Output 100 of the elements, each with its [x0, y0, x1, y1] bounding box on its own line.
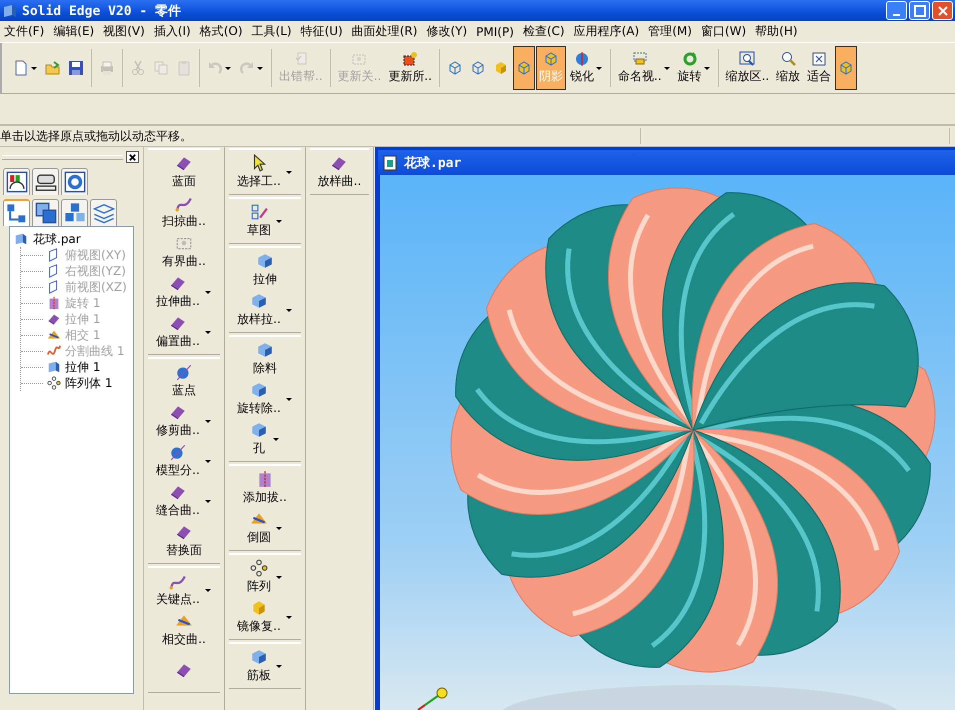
caret-icon	[702, 64, 711, 72]
caret-icon	[204, 457, 212, 465]
scissors-icon	[130, 60, 146, 76]
tool-button[interactable]: 缝合曲..	[148, 481, 220, 521]
tool-button[interactable]: 添加拔..	[229, 468, 301, 508]
wavy-curve-icon	[47, 344, 61, 358]
menu-item[interactable]: 工具(L)	[252, 23, 292, 40]
close-icon	[128, 153, 136, 161]
caret-icon	[30, 64, 38, 72]
clipboard-icon	[176, 60, 192, 76]
gear-icon	[64, 171, 86, 193]
panel-tab[interactable]	[32, 199, 59, 226]
page-icon	[13, 60, 29, 76]
gauge-icon	[6, 171, 28, 193]
menu-item[interactable]: 视图(V)	[103, 23, 145, 40]
cube-icon	[256, 252, 274, 270]
revolve-icon	[47, 296, 61, 310]
panel-tab[interactable]	[3, 168, 30, 195]
toolbar-button[interactable]: 旋转	[674, 46, 714, 90]
document-icon	[292, 51, 309, 67]
menu-item[interactable]: 帮助(H)	[755, 23, 798, 40]
tool-button[interactable]: 修剪曲..	[148, 401, 220, 441]
toolbar-button[interactable]	[835, 46, 858, 90]
tool-button[interactable]: 拉伸曲..	[148, 272, 220, 312]
menu-item[interactable]: 检查(C)	[522, 23, 565, 40]
printer-icon	[99, 60, 115, 76]
copy-icon	[153, 60, 169, 76]
caret-icon	[284, 613, 293, 621]
tool-button[interactable]: 镜像复..	[229, 597, 301, 637]
tool-button[interactable]: 放样曲..	[310, 152, 369, 192]
caret-icon	[662, 64, 671, 72]
caret-icon	[284, 306, 293, 314]
menu-item[interactable]: 修改(Y)	[426, 23, 468, 40]
toolbar-button[interactable]: 缩放	[773, 46, 804, 90]
maximize-icon	[914, 4, 926, 16]
tool-button[interactable]: 扫掠曲..	[148, 192, 220, 232]
solid-part-icon	[2, 2, 18, 18]
tree-item[interactable]: 花球.par	[12, 231, 131, 247]
tool-button[interactable]: 替换面	[148, 521, 220, 561]
menu-item[interactable]: 插入(I)	[154, 23, 191, 40]
minimize-icon	[892, 14, 900, 16]
stacked-windows-icon	[34, 202, 56, 224]
tool-button[interactable]: 关键点..	[148, 570, 220, 610]
document-title: 花球.par	[404, 154, 462, 172]
tool-button[interactable]: 放样拉..	[229, 290, 301, 330]
minimize-button[interactable]	[886, 1, 907, 20]
tool-button[interactable]: 蓝点	[148, 361, 220, 401]
toolbar-button[interactable]: 适合	[804, 46, 834, 90]
tool-button[interactable]: 相交曲..	[148, 610, 220, 650]
maximize-button[interactable]	[909, 1, 930, 20]
tool-button[interactable]: 倒圆	[229, 508, 301, 548]
caret-icon	[204, 497, 212, 505]
cube-icon	[256, 341, 274, 359]
toolbar-button[interactable]: 命名视..	[614, 46, 674, 90]
tool-button[interactable]: 偏置曲..	[148, 312, 220, 352]
caret-icon	[275, 573, 283, 581]
menu-item[interactable]: 编辑(E)	[53, 23, 94, 40]
toolbar-button[interactable]	[512, 46, 535, 90]
window-title: Solid Edge V20 - 零件	[22, 2, 182, 20]
caret-icon	[275, 662, 283, 670]
caret-icon	[284, 395, 293, 403]
tool-button[interactable]: 选择工..	[229, 152, 301, 192]
tool-button[interactable]: 拉伸	[229, 250, 301, 290]
tool-button[interactable]: 筋板	[229, 646, 301, 686]
tool-button[interactable]: 有界曲..	[148, 232, 220, 272]
tree-item[interactable]: 拉伸 1	[21, 359, 131, 375]
caret-icon	[275, 217, 283, 225]
close-icon	[938, 6, 948, 16]
tool-button[interactable]: 阵列	[229, 557, 301, 597]
caret-icon	[594, 64, 603, 72]
zoom-area-icon	[739, 51, 756, 67]
tool-button[interactable]: 模型分..	[148, 441, 220, 481]
close-button[interactable]	[126, 151, 139, 163]
surface-icon	[47, 312, 61, 326]
tree-item[interactable]: 阵列体 1	[21, 375, 131, 391]
toolbar-button[interactable]: 更新所..	[385, 46, 435, 90]
tool-button[interactable]: 蓝面	[148, 152, 220, 192]
menu-item[interactable]: 格式(O)	[200, 23, 243, 40]
menu-item[interactable]: 曲面处理(R)	[352, 23, 418, 40]
tool-button[interactable]: 旋转除..	[229, 379, 301, 419]
menu-item[interactable]: 管理(M)	[648, 23, 692, 40]
caret-icon	[224, 64, 232, 72]
axis-triad-icon	[417, 688, 448, 710]
toolbar-button[interactable]: 缩放区..	[722, 46, 772, 90]
toolbar-button[interactable]: 锐化	[566, 46, 606, 90]
status-prompt: 单击以选择原点或拖动以动态平移。	[0, 128, 193, 144]
menu-item[interactable]: PMI(P)	[476, 24, 514, 38]
panel-tab[interactable]	[32, 168, 59, 195]
menu-item[interactable]: 应用程序(A)	[574, 23, 640, 40]
sphere-icon	[574, 51, 590, 67]
menu-item[interactable]: 特征(U)	[300, 23, 343, 40]
tool-button[interactable]: 草图	[229, 201, 301, 241]
undo-icon	[207, 60, 223, 76]
menu-item[interactable]: 文件(F)	[4, 23, 44, 40]
tool-button[interactable]: 孔	[229, 419, 301, 459]
tool-button[interactable]: 除料	[229, 339, 301, 379]
panel-tab[interactable]	[61, 168, 88, 195]
caret-icon	[272, 435, 280, 443]
menu-item[interactable]: 窗口(W)	[700, 23, 746, 40]
cube-icon	[250, 421, 268, 439]
